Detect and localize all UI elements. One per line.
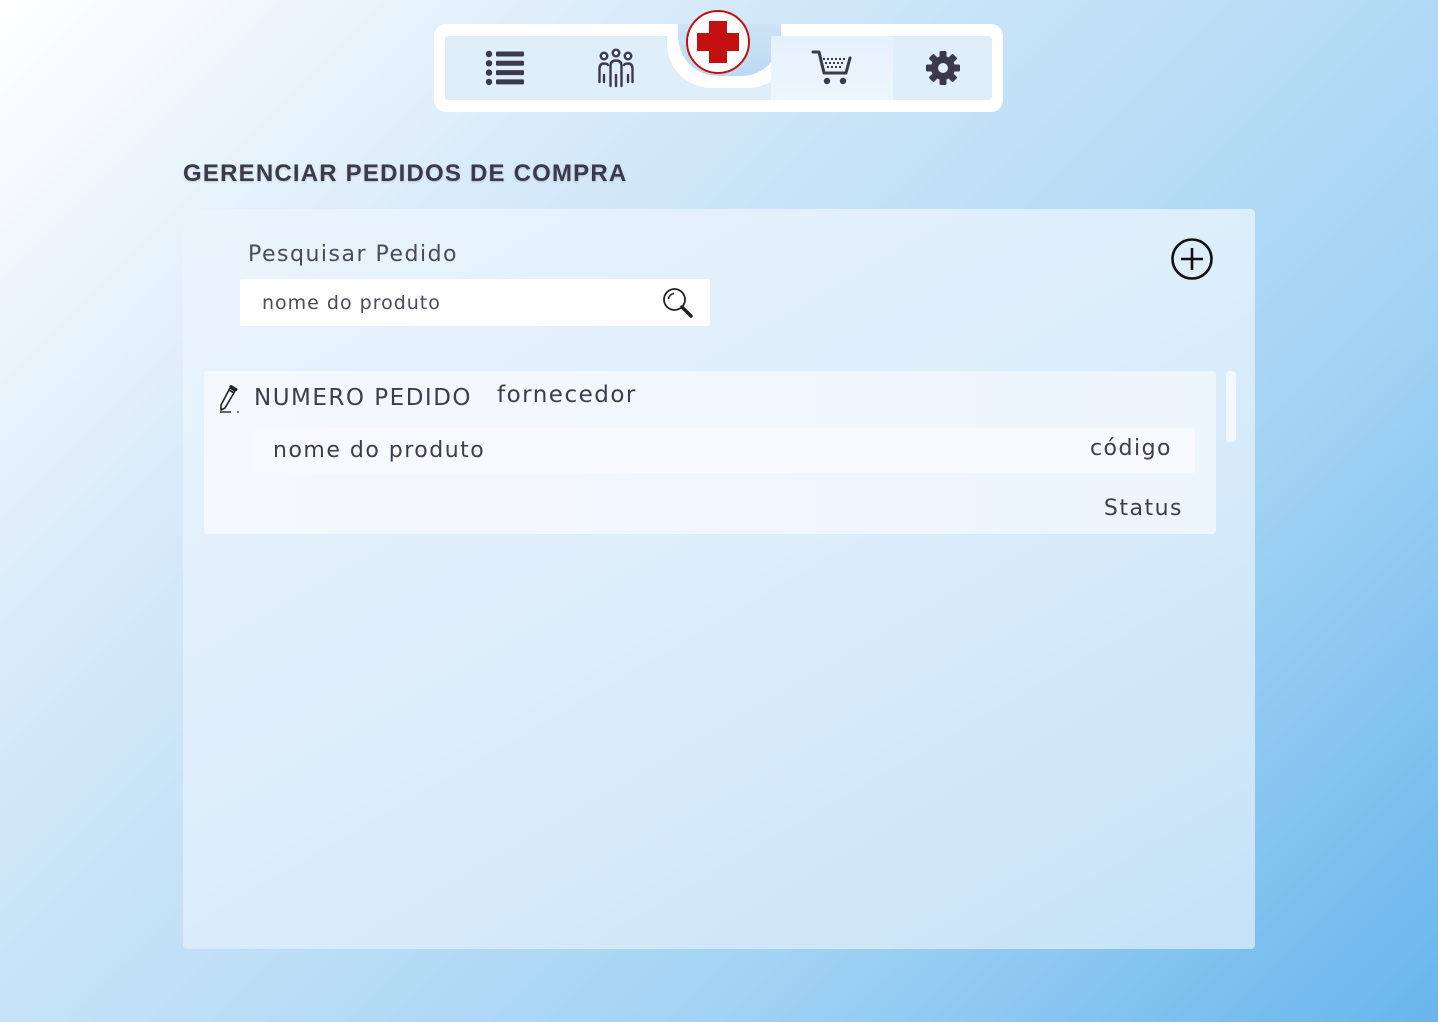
nav-item-team[interactable] (565, 36, 667, 100)
page-title: GERENCIAR PEDIDOS DE COMPRA (183, 160, 628, 187)
product-name: nome do produto (273, 438, 486, 463)
order-card[interactable]: NUMERO PEDIDO fornecedor nome do produto… (204, 371, 1216, 534)
cart-icon (811, 50, 852, 85)
edit-pencil-icon[interactable] (218, 385, 244, 413)
product-row: nome do produto código (254, 428, 1195, 473)
search-icon[interactable] (662, 287, 694, 319)
search-input[interactable] (262, 279, 652, 326)
search-label: Pesquisar Pedido (248, 242, 459, 267)
order-supplier: fornecedor (497, 382, 637, 408)
gear-icon (925, 51, 960, 85)
nav-item-cart[interactable] (771, 36, 893, 100)
nav-item-list[interactable] (445, 36, 565, 100)
product-code: código (1089, 436, 1172, 461)
team-icon (598, 48, 634, 88)
order-number: NUMERO PEDIDO (254, 385, 473, 411)
red-cross-icon (686, 10, 750, 74)
order-status: Status (1103, 496, 1183, 521)
list-icon (485, 50, 524, 86)
scrollbar-thumb[interactable] (1226, 371, 1236, 442)
nav-item-settings[interactable] (893, 36, 992, 100)
add-order-button[interactable] (1170, 237, 1214, 281)
search-box (240, 279, 710, 326)
orders-panel: Pesquisar Pedido NUMERO PEDIDO fornecedo… (183, 209, 1255, 949)
